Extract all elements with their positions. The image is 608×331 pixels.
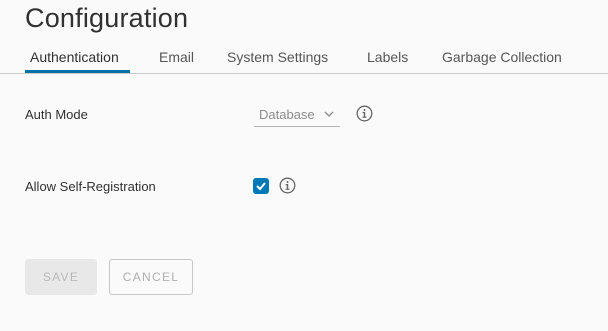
- tab-system-settings[interactable]: System Settings: [227, 49, 328, 65]
- self-registration-checkbox[interactable]: [253, 178, 269, 194]
- tab-labels[interactable]: Labels: [367, 49, 408, 65]
- info-icon[interactable]: [279, 177, 296, 194]
- active-tab-indicator: [25, 70, 130, 73]
- cancel-button[interactable]: CANCEL: [109, 259, 193, 295]
- auth-mode-select[interactable]: Database: [254, 105, 340, 127]
- configuration-page: Configuration Authentication Email Syste…: [0, 0, 608, 331]
- checkmark-icon: [256, 182, 266, 191]
- tab-email[interactable]: Email: [159, 49, 194, 65]
- page-title: Configuration: [25, 3, 189, 33]
- auth-mode-value: Database: [259, 107, 315, 122]
- info-icon[interactable]: [356, 105, 373, 122]
- tab-garbage-collection[interactable]: Garbage Collection: [442, 49, 562, 65]
- chevron-down-icon: [324, 111, 334, 117]
- tab-authentication[interactable]: Authentication: [30, 49, 119, 65]
- tab-bar: Authentication Email System Settings Lab…: [0, 40, 608, 74]
- self-registration-label: Allow Self-Registration: [25, 179, 156, 194]
- save-button[interactable]: SAVE: [25, 259, 97, 295]
- auth-mode-label: Auth Mode: [25, 107, 88, 122]
